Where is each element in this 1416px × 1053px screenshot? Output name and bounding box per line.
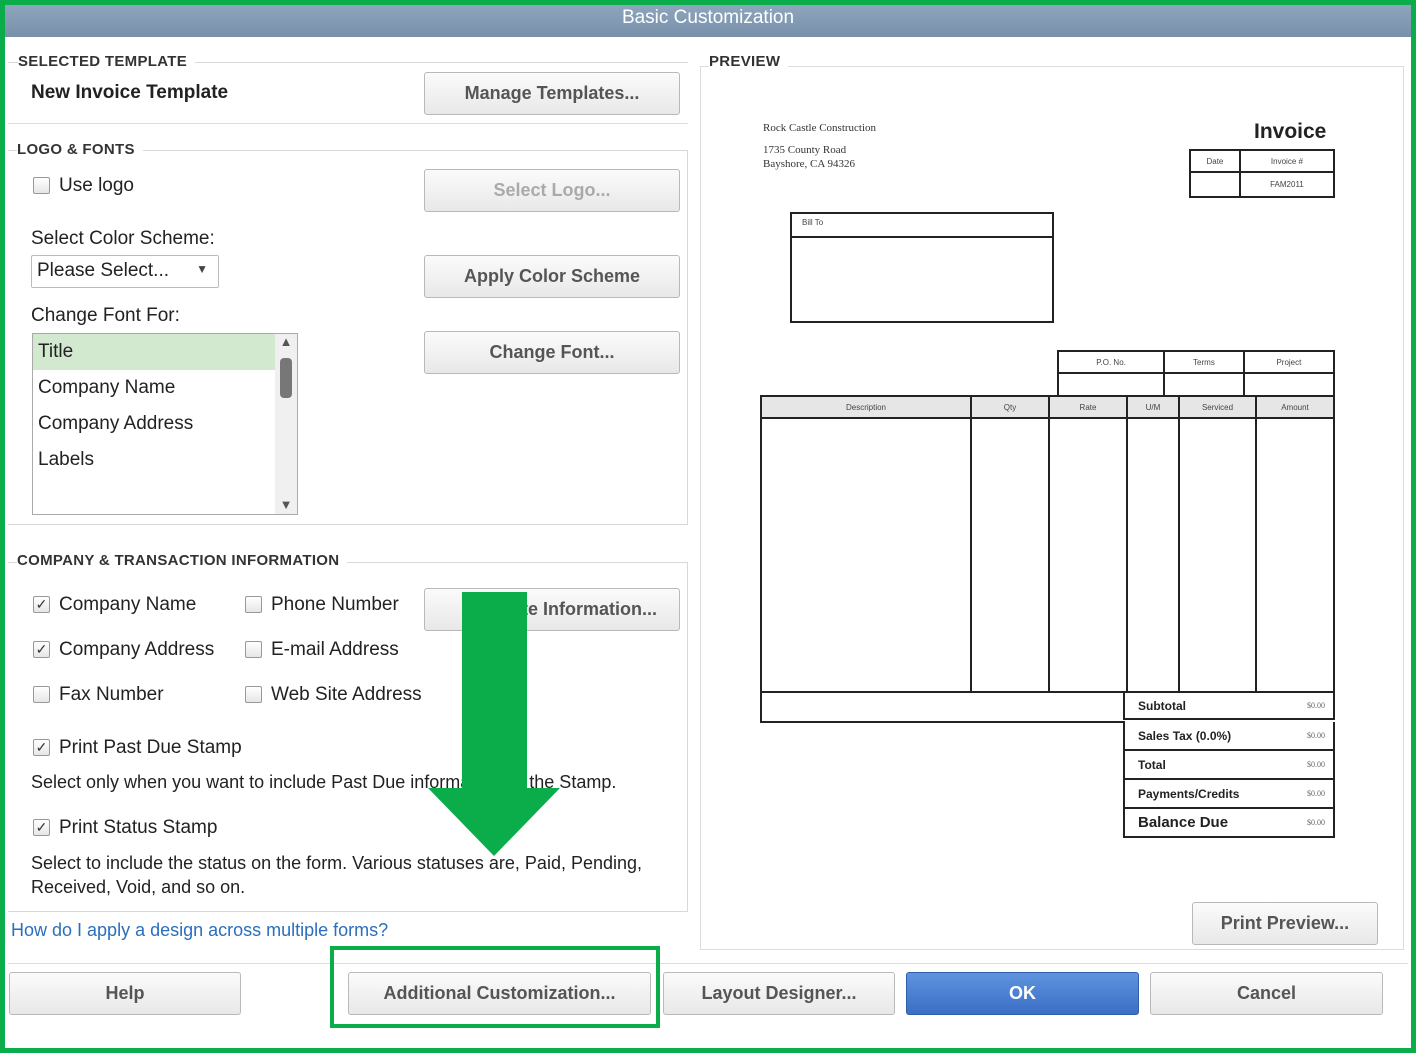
down-arrow-annotation-icon [428, 592, 560, 856]
ok-button[interactable]: OK [906, 972, 1139, 1015]
preview-address1: 1735 County Road [763, 144, 847, 156]
company-info-heading: COMPANY & TRANSACTION INFORMATION [17, 552, 348, 569]
scroll-down-icon[interactable]: ▼ [275, 497, 297, 512]
preview-heading: PREVIEW [709, 53, 789, 70]
color-scheme-value: Please Select... [37, 260, 170, 281]
status-stamp-checkbox[interactable]: ✓ [33, 819, 50, 836]
website-checkbox[interactable] [245, 686, 262, 703]
bill-to-label: Bill To [792, 214, 1052, 238]
company-name-label: Company Name [59, 594, 197, 615]
total-row-sales-tax: Sales Tax (0.0%) $0.00 [1123, 722, 1335, 751]
total-value: $0.00 [1307, 760, 1325, 769]
fax-number-label: Fax Number [59, 684, 164, 705]
preview-company: Rock Castle Construction [763, 122, 877, 134]
help-link[interactable]: How do I apply a design across multiple … [11, 920, 388, 941]
fax-number-checkbox[interactable] [33, 686, 50, 703]
col-serviced: Serviced [1178, 395, 1257, 419]
template-name: New Invoice Template [31, 82, 229, 103]
total-label: Total [1138, 757, 1166, 772]
invoice-no-label: Invoice # [1238, 149, 1336, 173]
po-label: P.O. No. [1056, 350, 1166, 374]
font-item-title[interactable]: Title [33, 334, 275, 370]
sales-tax-value: $0.00 [1307, 731, 1325, 740]
selected-template-heading: SELECTED TEMPLATE [18, 53, 195, 70]
email-address-checkbox[interactable] [245, 641, 262, 658]
terms-label: Terms [1163, 350, 1245, 374]
use-logo-checkbox[interactable] [33, 177, 50, 194]
date-label: Date [1189, 149, 1241, 173]
sales-tax-label: Sales Tax (0.0%) [1138, 728, 1232, 743]
list-scrollbar[interactable]: ▲ ▼ [275, 334, 297, 514]
company-address-label: Company Address [59, 639, 215, 660]
cancel-button[interactable]: Cancel [1150, 972, 1383, 1015]
font-element-list[interactable]: Title Company Name Company Address Label… [32, 333, 298, 515]
col-description: Description [760, 395, 972, 419]
preview-items-table: Description Qty Rate U/M Serviced Amount [760, 395, 1335, 693]
use-logo-label: Use logo [59, 175, 134, 196]
past-due-checkbox[interactable]: ✓ [33, 739, 50, 756]
window-title: Basic Customization [5, 5, 1411, 37]
font-item-company-address[interactable]: Company Address [33, 406, 275, 442]
phone-number-checkbox[interactable] [245, 596, 262, 613]
preview-po-table: P.O. No. Terms Project [1056, 350, 1336, 397]
color-scheme-label: Select Color Scheme: [31, 228, 215, 249]
balance-due-value: $0.00 [1307, 818, 1325, 827]
select-logo-button[interactable]: Select Logo... [424, 169, 680, 212]
apply-color-scheme-button[interactable]: Apply Color Scheme [424, 255, 680, 298]
col-um: U/M [1126, 395, 1180, 419]
phone-number-label: Phone Number [271, 594, 399, 615]
website-label: Web Site Address [271, 684, 422, 705]
invoice-no: FAM2011 [1238, 171, 1336, 198]
manage-templates-button[interactable]: Manage Templates... [424, 72, 680, 115]
status-stamp-help: Select to include the status on the form… [31, 853, 643, 897]
preview-address2: Bayshore, CA 94326 [763, 158, 855, 170]
chevron-down-icon: ▼ [196, 262, 208, 276]
email-address-label: E-mail Address [271, 639, 399, 660]
col-qty: Qty [970, 395, 1050, 419]
past-due-label: Print Past Due Stamp [59, 737, 242, 758]
col-rate: Rate [1048, 395, 1128, 419]
preview-invoice-title: Invoice [1254, 120, 1327, 143]
font-item-labels[interactable]: Labels [33, 442, 275, 478]
preview-date-table: Date Invoice # FAM2011 [1189, 149, 1336, 198]
layout-designer-button[interactable]: Layout Designer... [663, 972, 895, 1015]
payments-label: Payments/Credits [1138, 786, 1240, 801]
balance-due-label: Balance Due [1138, 814, 1229, 831]
logo-fonts-heading: LOGO & FONTS [17, 141, 143, 158]
total-row-payments: Payments/Credits $0.00 [1123, 780, 1335, 809]
col-amount: Amount [1255, 395, 1335, 419]
print-preview-button[interactable]: Print Preview... [1192, 902, 1378, 945]
font-item-company-name[interactable]: Company Name [33, 370, 275, 406]
subtotal-value: $0.00 [1307, 701, 1325, 710]
additional-customization-highlight [330, 946, 660, 1028]
status-stamp-label: Print Status Stamp [59, 817, 218, 838]
company-name-checkbox[interactable]: ✓ [33, 596, 50, 613]
color-scheme-dropdown[interactable]: Please Select... ▼ [31, 255, 219, 288]
change-font-label: Change Font For: [31, 305, 180, 326]
preview-blank-footer [760, 691, 1125, 723]
payments-value: $0.00 [1307, 789, 1325, 798]
company-address-checkbox[interactable]: ✓ [33, 641, 50, 658]
total-row-total: Total $0.00 [1123, 751, 1335, 780]
scroll-up-icon[interactable]: ▲ [275, 334, 297, 349]
scroll-thumb[interactable] [280, 358, 292, 398]
change-font-button[interactable]: Change Font... [424, 331, 680, 374]
help-button[interactable]: Help [9, 972, 241, 1015]
total-row-balance-due: Balance Due $0.00 [1123, 809, 1335, 838]
bill-to-box: Bill To [790, 212, 1054, 323]
subtotal-label: Subtotal [1138, 698, 1186, 713]
project-label: Project [1242, 350, 1336, 374]
footer-divider [8, 963, 1408, 964]
total-row-subtotal: Subtotal $0.00 [1123, 691, 1335, 720]
